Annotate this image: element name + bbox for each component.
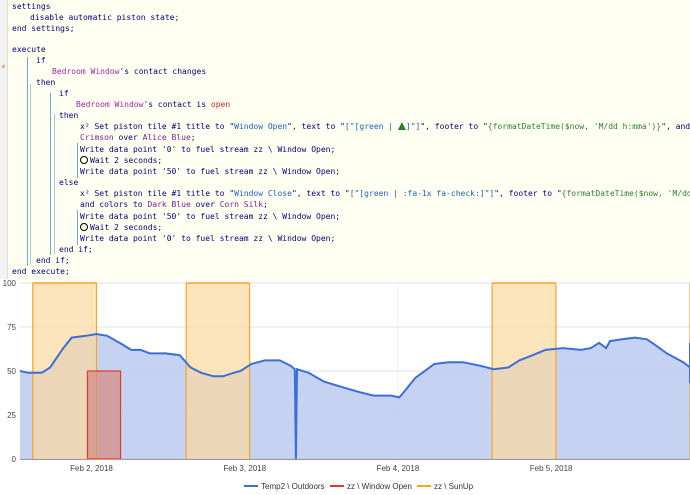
y-tick-label: 100: [3, 279, 17, 288]
y-tick-label: 0: [12, 455, 17, 464]
tree-icon: [397, 122, 406, 130]
tile-text: ["[green | :fa-1x fa-check:]"]: [349, 189, 495, 198]
color-over: over: [113, 133, 143, 142]
tile-footer: {formatDateTime($now, 'M/dd h:mma')}: [487, 122, 662, 131]
tile-mid: ", footer to ": [494, 189, 562, 198]
inner-then-keyword: then: [59, 111, 79, 120]
else-write-1[interactable]: Write data point '50' to fuel stream zz …: [80, 211, 340, 223]
clock-icon: [80, 156, 88, 164]
semicolon: ;: [263, 200, 268, 209]
device-name: Bedroom Window: [52, 67, 120, 76]
color-name: Alice Blue: [142, 133, 191, 142]
else-keyword: else: [59, 178, 79, 187]
else-wait-line[interactable]: Wait 2 seconds;: [80, 222, 162, 234]
end-if-outer: end if;: [36, 256, 70, 265]
legend-label: zz \ Window Open: [347, 482, 412, 491]
x-tick-label: Feb 2, 2018: [70, 464, 113, 473]
tile-prefix: Set piston tile #1 title to ": [94, 189, 235, 198]
end-execute-keyword: end execute;: [12, 267, 70, 276]
then-actions-bar: [77, 143, 78, 178]
window-open-bar: [86, 370, 122, 460]
color-name: Corn Silk: [219, 200, 264, 209]
tile-icon: x²: [80, 189, 95, 198]
condition-text: 's contact changes: [119, 67, 207, 76]
color-name: Crimson: [80, 133, 114, 142]
semicolon: ;: [190, 133, 196, 142]
else-tile-action[interactable]: x² Set piston tile #1 title to "Window C…: [80, 188, 690, 200]
inner-if-keyword: if: [59, 89, 69, 98]
legend-label: zz \ SunUp: [434, 482, 474, 491]
y-tick-label: 25: [7, 411, 16, 420]
tile-title: Window Close: [234, 189, 292, 198]
then-colors-line: Crimson over Alice Blue;: [80, 132, 196, 144]
tile-mid: ", and colors to: [661, 122, 690, 131]
if-condition-line[interactable]: Bedroom Window's contact changes: [52, 66, 206, 78]
execute-keyword: execute: [12, 45, 46, 54]
chart-legend: Temp2 \ Outdoors zz \ Window Open zz \ Sun…: [244, 482, 474, 491]
inner-if-block-bar: [50, 93, 51, 255]
settings-keyword: settings: [12, 2, 51, 11]
trigger-bolt-icon: ⚡: [1, 62, 6, 71]
color-over: over: [190, 200, 220, 209]
disable-state-line: disable automatic piston state;: [30, 13, 180, 22]
if-keyword: if: [36, 56, 46, 65]
then-write-2[interactable]: Write data point '50' to fuel stream zz …: [80, 166, 340, 178]
x-tick-label: Feb 4, 2018: [377, 464, 420, 473]
piston-code-panel: ⚡ settings disable automatic piston stat…: [0, 0, 690, 279]
code-gutter: [0, 0, 8, 279]
tile-text-b: ]"]: [405, 122, 421, 131]
if-block-bar: [27, 57, 28, 266]
y-tick-label: 75: [7, 323, 16, 332]
then-wait-line[interactable]: Wait 2 seconds;: [80, 155, 162, 167]
device-name: Bedroom Window: [76, 100, 144, 109]
tile-prefix: Set piston tile #1 title to ": [94, 122, 235, 131]
color-name: Dark Blue: [147, 200, 191, 209]
fuel-stream-chart: 0 25 50 75 100 Feb 2, 2018 Feb 3, 2018 Feb 4, 2…: [0, 279, 690, 495]
else-actions-bar: [77, 210, 78, 245]
tile-mid: ", text to ": [287, 122, 345, 131]
else-write-2[interactable]: Write data point '0' to fuel stream zz \…: [80, 233, 335, 245]
colors-prefix: and colors to: [80, 200, 148, 209]
wait-text: Wait 2 seconds;: [90, 223, 163, 232]
legend-label: Temp2 \ Outdoors: [261, 482, 325, 491]
x-tick-label: Feb 5, 2018: [530, 464, 573, 473]
end-settings-keyword: end settings;: [12, 24, 75, 33]
y-tick-label: 50: [7, 367, 16, 376]
x-tick-label: Feb 3, 2018: [223, 464, 266, 473]
condition-text: 's contact is: [143, 100, 211, 109]
sunup-area-fill: [492, 283, 556, 459]
condition-value: open: [210, 100, 231, 109]
clock-icon: [80, 223, 88, 231]
wait-text: Wait 2 seconds;: [90, 156, 163, 165]
end-if-inner: end if;: [59, 245, 93, 254]
then-keyword: then: [36, 78, 56, 87]
tile-text-a: ["[green |: [344, 122, 398, 131]
tile-footer: {formatDateTime($now, 'M/dd h:mma')}: [561, 189, 690, 198]
inner-then-block-bar: [54, 114, 55, 254]
tile-icon: x²: [80, 122, 95, 131]
tile-mid: ", text to ": [291, 189, 350, 198]
inner-if-condition-line[interactable]: Bedroom Window's contact is open: [76, 99, 230, 111]
then-tile-action[interactable]: x² Set piston tile #1 title to "Window O…: [80, 121, 690, 133]
tile-title: Window Open: [234, 122, 288, 131]
then-block-bar: [30, 84, 31, 264]
tile-mid: ", footer to ": [420, 122, 488, 131]
else-colors-line: and colors to Dark Blue over Corn Silk;: [80, 199, 268, 211]
then-write-1[interactable]: Write data point '0' to fuel stream zz \…: [80, 144, 335, 156]
